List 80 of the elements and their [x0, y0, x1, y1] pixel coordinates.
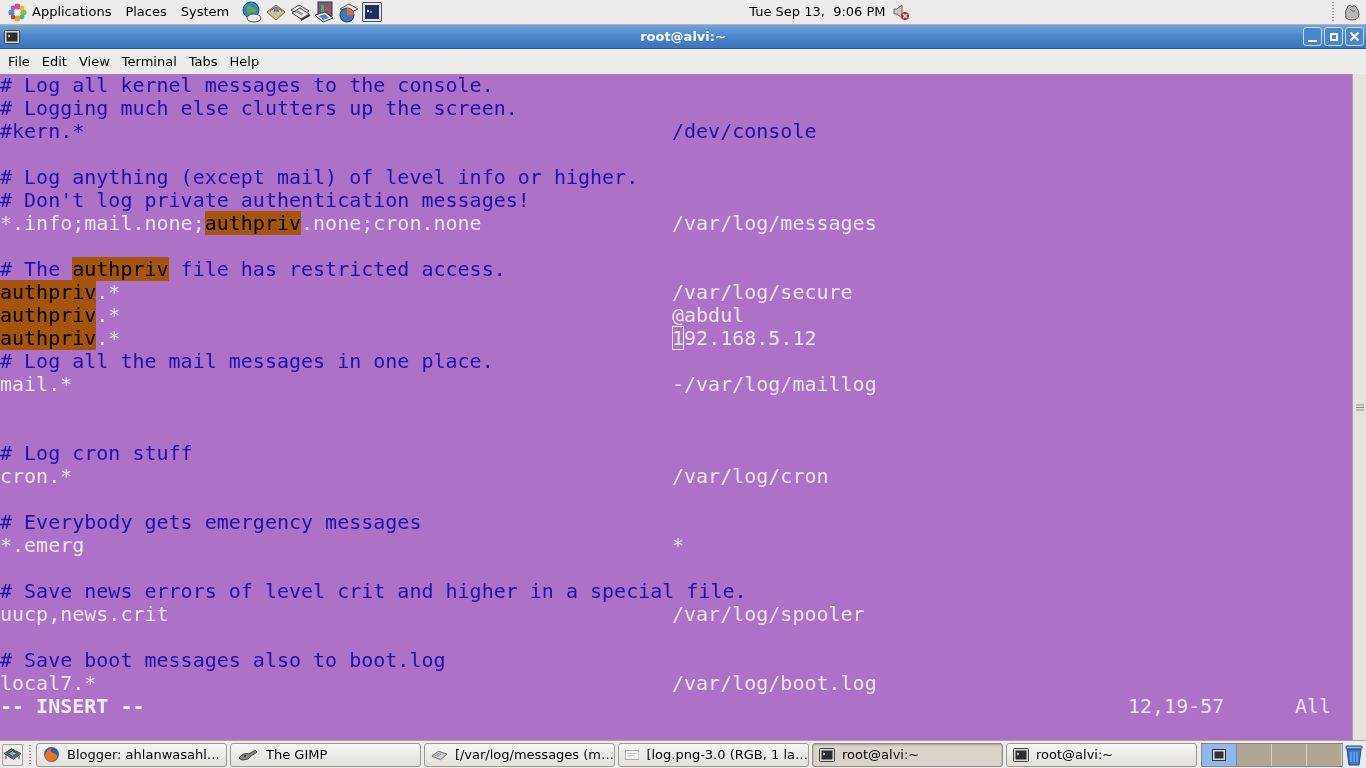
rule-selector: cron.* [0, 465, 73, 488]
minimize-button[interactable] [1303, 27, 1322, 46]
terminal-icon [1013, 747, 1029, 762]
minimize-icon [1308, 40, 1317, 42]
task-button[interactable]: The GIMP [230, 742, 421, 767]
rule-selector: authpriv.* [0, 327, 121, 350]
rule-selector: uucp,news.crit [0, 603, 169, 626]
menu-item[interactable]: Terminal [115, 50, 183, 73]
scroll-position: All [1295, 695, 1332, 718]
trash-icon[interactable] [1345, 743, 1363, 766]
rule-selector: *.emerg [0, 534, 85, 557]
clock[interactable]: Tue Sep 13, 9:06 PM [749, 2, 886, 22]
menu-item[interactable]: View [72, 50, 116, 73]
comment-line: # Log cron stuff [0, 442, 193, 465]
menu-item[interactable]: Help [223, 50, 266, 73]
desktop-icon [3, 746, 22, 763]
hand-icon[interactable] [1342, 2, 1362, 22]
log-target: @abdul [672, 304, 745, 327]
rule-selector: local7.* [0, 672, 97, 695]
grip-icon[interactable] [28, 743, 32, 766]
scrollbar[interactable] [1352, 74, 1366, 740]
comment-line: # Logging much else clutters up the screen. [0, 97, 518, 120]
image-icon [625, 748, 640, 761]
comment-line: # Log anything (except mail) of level info or higher. [0, 166, 639, 189]
panel-menu[interactable]: System [173, 0, 237, 24]
comment-line: # The authpriv file has restricted access. [0, 258, 506, 281]
mode-indicator: -- INSERT -- [0, 695, 145, 718]
globe-icon [43, 746, 60, 763]
show-desktop-button[interactable] [2, 743, 23, 766]
log-target: /dev/console [672, 120, 817, 143]
log-target: /var/log/cron [672, 465, 829, 488]
maximize-icon [1329, 32, 1338, 41]
task-button[interactable]: root@alvi:~ [812, 742, 1003, 767]
comment-line: # Save news errors of level crit and higher in a special file. [0, 580, 747, 603]
panel-menu[interactable]: Applications [27, 0, 119, 24]
cursor-position: 12,19-57 [1128, 695, 1225, 718]
terminal-icon [4, 29, 20, 44]
log-target: /var/log/spooler [672, 603, 865, 626]
task-button[interactable]: Blogger: ahlanwasahl… [36, 742, 227, 767]
comment-line: # Save boot messages also to boot.log [0, 649, 446, 672]
rule-selector: *.info;mail.none;authpriv.none;cron.none [0, 212, 482, 235]
menu-item[interactable]: Edit [35, 50, 73, 73]
close-icon [1349, 31, 1360, 42]
globe-icon[interactable] [241, 1, 264, 23]
terminal-icon[interactable] [361, 1, 384, 23]
menu-item[interactable]: Tabs [182, 50, 224, 73]
rule-selector: authpriv.* [0, 281, 121, 304]
terminal-icon [819, 747, 835, 762]
workspace-tile[interactable] [1272, 743, 1307, 766]
menu-item[interactable]: File [2, 50, 36, 73]
close-button[interactable] [1345, 27, 1364, 46]
panel-menu[interactable]: Places [118, 0, 174, 24]
workspace-tile[interactable] [1307, 743, 1342, 766]
grip-icon[interactable] [1331, 1, 1335, 23]
comment-line: # Don't log private authentication messages! [0, 189, 530, 212]
task-button[interactable]: root@alvi:~ [1006, 742, 1197, 767]
speaker-muted-icon[interactable] [891, 3, 910, 21]
comment-line: #kern.* [0, 120, 85, 143]
workspace-tile[interactable] [1237, 743, 1272, 766]
comment-line: # Everybody gets emergency messages [0, 511, 422, 534]
paintbrush-icon [237, 747, 259, 762]
pie-chart-icon[interactable] [337, 1, 360, 23]
log-target: -/var/log/maillog [672, 373, 877, 396]
presentation-icon[interactable] [313, 1, 336, 23]
log-target: * [672, 534, 685, 557]
rule-selector: mail.* [0, 373, 73, 396]
rule-selector: authpriv.* [0, 304, 121, 327]
log-target: /var/log/boot.log [672, 672, 877, 695]
log-target: 192.168.5.12 [672, 327, 817, 350]
log-target: /var/log/secure [672, 281, 853, 304]
comment-line: # Log all kernel messages to the console. [0, 74, 494, 97]
task-button[interactable]: [/var/log/messages (m… [424, 742, 615, 767]
log-target: /var/log/messages [672, 212, 877, 235]
workspace-tile[interactable] [1202, 743, 1237, 766]
window-thumbnail-icon [1212, 748, 1226, 761]
grip-icon[interactable] [1355, 403, 1364, 411]
maximize-button[interactable] [1324, 27, 1343, 46]
task-button[interactable]: [log.png-3.0 (RGB, 1 la… [618, 742, 809, 767]
comment-line: # Log all the mail messages in one place. [0, 350, 494, 373]
window-title: root@alvi:~ [640, 27, 726, 46]
